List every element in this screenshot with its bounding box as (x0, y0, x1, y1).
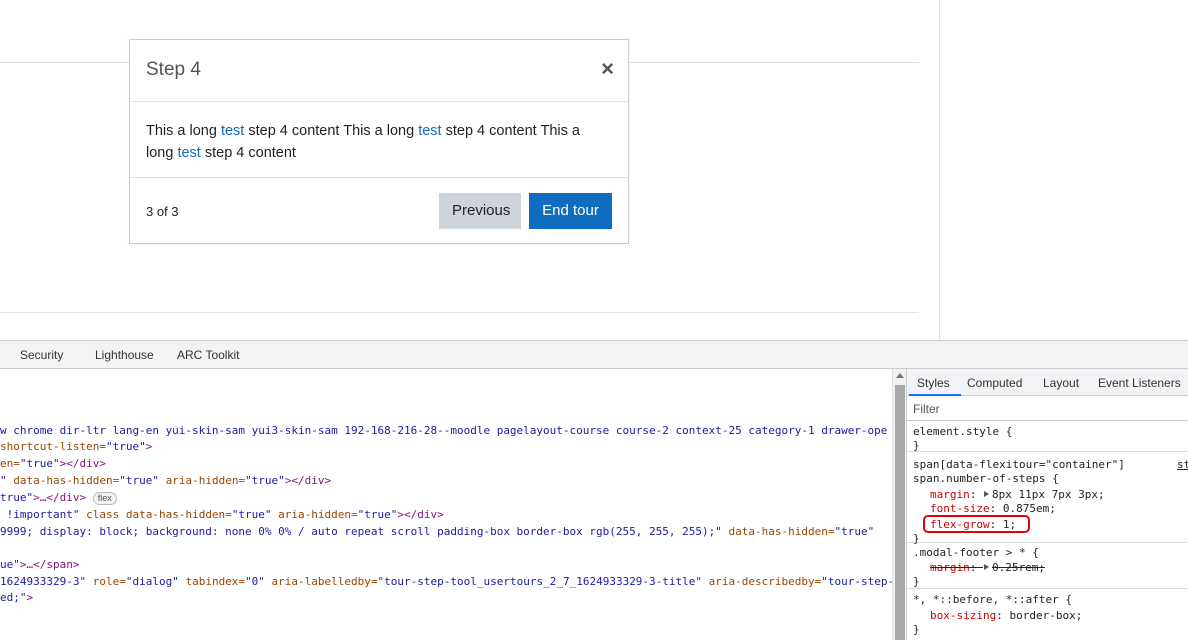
tab-event-listeners[interactable]: Event Listeners (1098, 376, 1181, 390)
web-page-viewport: Step 4 × This a long test step 4 content… (0, 0, 1188, 340)
margin-overridden-declaration[interactable]: margin: 0.25rem; (930, 561, 1045, 575)
previous-button[interactable]: Previous (439, 193, 521, 229)
dom-line[interactable]: true">…</div> flex (0, 490, 117, 506)
test-link[interactable]: test (177, 145, 200, 161)
elements-tree: w chrome dir-ltr lang-en yui-skin-sam yu… (0, 369, 892, 640)
tour-header: Step 4 × (130, 40, 628, 102)
tour-content: This a long test step 4 content This a l… (130, 102, 628, 178)
dom-line[interactable]: !important" class data-has-hidden="true"… (0, 507, 444, 523)
tab-computed[interactable]: Computed (967, 376, 1022, 390)
test-link[interactable]: test (221, 123, 244, 139)
devtools-panel: Security Lighthouse ARC Toolkit w chrome… (0, 340, 1188, 640)
scrollbar-thumb[interactable] (895, 385, 905, 640)
dom-line[interactable]: " data-has-hidden="true" aria-hidden="tr… (0, 473, 331, 489)
rule-number-of-steps: span[data-flexitour="container"] st span… (907, 452, 1188, 545)
dom-line[interactable]: shortcut-listen="true"> (0, 439, 152, 455)
devtools-tab-bar: Security Lighthouse ARC Toolkit (0, 341, 1188, 369)
margin-declaration[interactable]: margin: 8px 11px 7px 3px; (930, 488, 1105, 502)
end-tour-button[interactable]: End tour (529, 193, 612, 229)
tour-footer: 3 of 3 Previous End tour (130, 178, 628, 243)
styles-tab-bar: Styles Computed Layout Event Listeners (907, 369, 1188, 396)
page-divider-bottom (0, 312, 919, 313)
styles-filter (907, 397, 1188, 421)
box-sizing-declaration[interactable]: box-sizing: border-box; (930, 609, 1082, 623)
rule-modal-footer: .modal-footer > * { margin: 0.25rem; } (907, 543, 1188, 589)
elements-scrollbar[interactable] (892, 369, 906, 640)
rule-element-style: element.style { } (907, 421, 1188, 452)
scroll-up-arrow-icon[interactable] (896, 373, 904, 378)
filter-input[interactable] (913, 401, 1181, 417)
test-link[interactable]: test (418, 123, 441, 139)
active-tab-indicator (909, 394, 961, 396)
dom-line[interactable]: w chrome dir-ltr lang-en yui-skin-sam yu… (0, 423, 887, 439)
font-size-declaration[interactable]: font-size: 0.875em; (930, 502, 1056, 516)
dom-line[interactable]: ed;"> (0, 590, 33, 606)
flex-grow-declaration[interactable]: flex-grow: 1; (930, 518, 1016, 532)
rule-universal-box-sizing: *, *::before, *::after { box-sizing: bor… (913, 593, 1083, 636)
tour-step-dialog: Step 4 × This a long test step 4 content… (129, 39, 629, 244)
flex-badge[interactable]: flex (92, 491, 117, 505)
tab-security[interactable]: Security (20, 348, 63, 362)
tour-title: Step 4 (146, 59, 201, 80)
tab-layout[interactable]: Layout (1043, 376, 1079, 390)
step-counter: 3 of 3 (146, 204, 179, 219)
styles-pane: Styles Computed Layout Event Listeners e… (906, 369, 1188, 640)
dom-line[interactable]: 1624933329-3" role="dialog" tabindex="0"… (0, 574, 892, 590)
tab-arc-toolkit[interactable]: ARC Toolkit (177, 348, 239, 362)
tab-styles[interactable]: Styles (917, 376, 950, 390)
dom-line[interactable]: 9999; display: block; background: none 0… (0, 524, 874, 540)
tab-lighthouse[interactable]: Lighthouse (95, 348, 154, 362)
rule-source-link[interactable]: st (1177, 458, 1188, 472)
dom-line[interactable]: en="true"></div> (0, 456, 106, 472)
page-drawer-border (939, 0, 940, 340)
dom-line[interactable]: ue">…</span> (0, 557, 79, 573)
close-icon[interactable]: × (601, 58, 614, 80)
